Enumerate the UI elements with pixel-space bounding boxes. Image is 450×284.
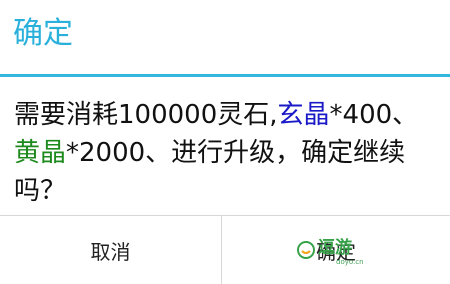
item-name-xuanjing: 玄晶 (277, 100, 330, 130)
confirm-button[interactable]: 确定 (222, 216, 450, 284)
message-text-part3: *2000、进行升级，确定继续吗？ (14, 138, 406, 206)
message-text-part2: *400、 (329, 100, 419, 130)
confirm-dialog: 确定 需要消耗100000灵石,玄晶*400、黄晶*2000、进行升级，确定继续… (0, 0, 450, 284)
dialog-title: 确定 (13, 16, 73, 51)
title-divider (0, 74, 450, 77)
message-text-part1: 需要消耗100000灵石, (14, 100, 278, 130)
dialog-header: 确定 (0, 0, 450, 77)
item-name-huangjing: 黄晶 (14, 138, 67, 168)
dialog-button-bar: 取消 确定 (0, 215, 450, 284)
cancel-button[interactable]: 取消 (0, 216, 221, 284)
dialog-message: 需要消耗100000灵石,玄晶*400、黄晶*2000、进行升级，确定继续吗？ (14, 96, 438, 210)
